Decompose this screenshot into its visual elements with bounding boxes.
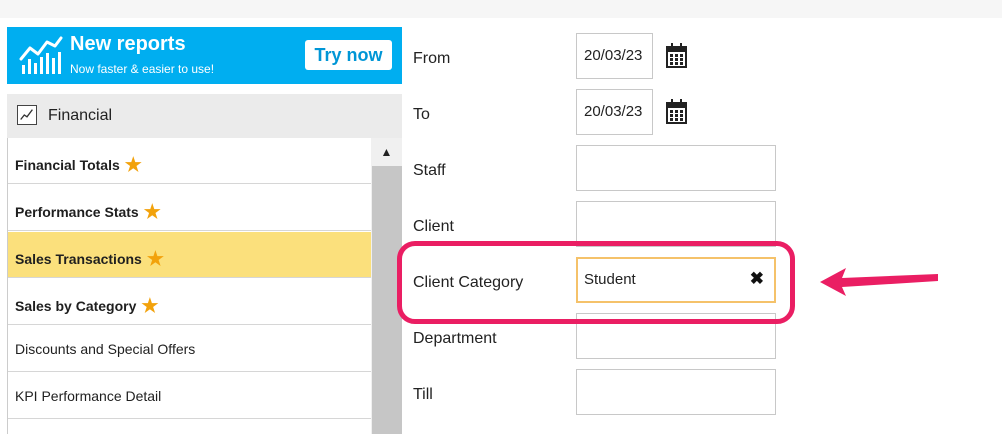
department-input[interactable] <box>576 313 776 359</box>
scroll-up-arrow-icon[interactable]: ▲ <box>371 138 402 166</box>
category-header[interactable]: Financial <box>7 94 402 138</box>
scroll-track[interactable] <box>372 166 402 434</box>
till-input[interactable] <box>576 369 776 415</box>
chart-trend-icon <box>19 36 63 74</box>
report-item-kpi-performance[interactable]: KPI Performance Detail <box>8 373 371 419</box>
client-category-input[interactable]: Student ✖ <box>576 257 776 303</box>
line-chart-icon <box>17 105 37 125</box>
star-icon[interactable]: ★ <box>125 155 142 176</box>
report-label: Performance Stats <box>15 204 139 220</box>
calendar-icon <box>666 99 687 124</box>
category-label: Financial <box>48 107 113 124</box>
client-label: Client <box>413 218 454 235</box>
report-list-scrollbar[interactable]: ▲ <box>371 138 402 434</box>
report-item-sales-transactions[interactable]: Sales Transactions ★ <box>8 232 371 278</box>
to-date-value: 20/03/23 <box>584 103 643 120</box>
to-date-field[interactable]: 20/03/23 <box>576 89 700 135</box>
to-calendar-button[interactable] <box>652 89 700 135</box>
report-item-performance-stats[interactable]: Performance Stats ★ <box>8 185 371 231</box>
report-list: Financial Totals ★ Performance Stats ★ Sal… <box>7 138 372 434</box>
to-label: To <box>413 106 430 123</box>
banner-title: New reports <box>70 33 186 55</box>
staff-label: Staff <box>413 162 446 179</box>
report-label: Sales Transactions <box>15 251 142 267</box>
from-calendar-button[interactable] <box>652 33 700 79</box>
star-icon[interactable]: ★ <box>141 296 158 317</box>
report-label: KPI Performance Detail <box>15 388 162 404</box>
report-label: Financial Totals <box>15 157 120 173</box>
top-strip <box>0 0 1002 18</box>
calendar-icon <box>666 43 687 68</box>
report-label: Discounts and Special Offers <box>15 341 196 357</box>
till-label: Till <box>413 386 433 403</box>
try-now-button[interactable]: Try now <box>305 40 392 70</box>
staff-input[interactable] <box>576 145 776 191</box>
annotation-arrow-icon <box>820 268 938 296</box>
report-item-discounts[interactable]: Discounts and Special Offers <box>8 326 371 372</box>
client-input[interactable] <box>576 201 776 247</box>
star-icon[interactable]: ★ <box>144 202 161 223</box>
client-category-label: Client Category <box>413 274 524 291</box>
report-item-sales-by-category[interactable]: Sales by Category ★ <box>8 279 371 325</box>
banner-subtitle: Now faster & easier to use! <box>70 62 215 76</box>
client-category-value: Student <box>584 271 636 288</box>
report-item-financial-totals[interactable]: Financial Totals ★ <box>8 138 371 184</box>
from-label: From <box>413 50 451 67</box>
star-icon[interactable]: ★ <box>147 249 164 270</box>
report-label: Sales by Category <box>15 298 137 314</box>
new-reports-banner[interactable]: New reports Now faster & easier to use! … <box>7 27 402 84</box>
clear-icon[interactable]: ✖ <box>750 269 764 289</box>
from-date-value: 20/03/23 <box>584 47 643 64</box>
from-date-field[interactable]: 20/03/23 <box>576 33 700 79</box>
department-label: Department <box>413 330 497 347</box>
